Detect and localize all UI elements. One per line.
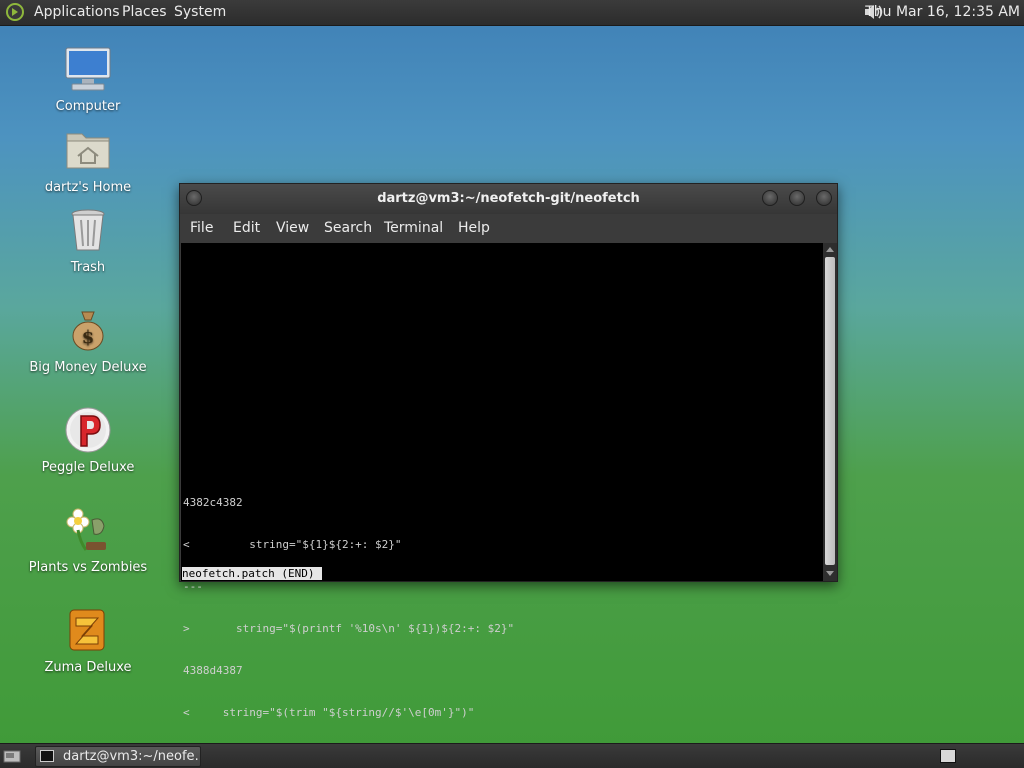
terminal-lines: 4382c4382 < string="${1}${2:+: $2}" --- … [183,468,514,748]
desktop-icon-pvz[interactable]: Plants vs Zombies [28,506,148,576]
terminal-icon [40,750,54,762]
terminal-scrollbar[interactable] [823,243,837,581]
terminal-output[interactable]: 4382c4382 < string="${1}${2:+: $2}" --- … [181,243,823,719]
pager-status-line: neofetch.patch (END) [182,567,323,580]
taskbar-label: dartz@vm3:~/neofe… [63,749,201,764]
desktop-icon-label: Zuma Deluxe [44,660,132,675]
desktop-icon-label: Big Money Deluxe [29,360,147,375]
zuma-icon [69,609,105,651]
terminal-line: 4382c4382 [183,496,243,509]
peggle-icon [65,407,111,453]
trash-icon [71,209,105,251]
menu-search[interactable]: Search [324,214,372,243]
desktop-icon-peggle[interactable]: Peggle Deluxe [28,406,148,476]
desktop-icon-home[interactable]: dartz's Home [28,126,148,196]
menu-edit[interactable]: Edit [233,214,260,243]
top-panel: Applications Places System Thu Mar 16, 1… [0,0,1024,26]
menu-places[interactable]: Places [122,0,167,25]
computer-icon [65,47,111,91]
window-titlebar[interactable]: dartz@vm3:~/neofetch-git/neofetch [180,184,837,214]
desktop-icon-computer[interactable]: Computer [28,45,148,115]
gentoo-swirl-icon[interactable] [6,3,24,21]
desktop-icon-label: Peggle Deluxe [41,460,135,475]
terminal-line: 4388d4387 [183,664,243,677]
terminal-window[interactable]: dartz@vm3:~/neofetch-git/neofetch File E… [179,183,838,719]
terminal-line: > string="$(printf '%10s\n' ${1})${2:+: … [183,622,515,635]
show-desktop-icon[interactable] [3,748,21,764]
desktop-icon-label: dartz's Home [44,180,132,195]
money-bag-icon: $ [72,311,104,351]
terminal-menubar: File Edit View Search Terminal Help [180,214,837,243]
menu-view[interactable]: View [276,214,309,243]
desktop-screen: Applications Places System Thu Mar 16, 1… [0,0,1024,768]
menu-terminal[interactable]: Terminal [384,214,443,243]
svg-text:$: $ [82,327,95,348]
desktop-icon-big-money[interactable]: $ Big Money Deluxe [28,306,148,376]
taskbar-terminal-button[interactable]: dartz@vm3:~/neofe… [35,746,201,767]
maximize-button[interactable] [789,190,805,206]
home-folder-icon [66,133,110,169]
minimize-button[interactable] [762,190,778,206]
terminal-line: < string="${1}${2:+: $2}" [183,538,402,551]
menu-file[interactable]: File [190,214,213,243]
workspace-switcher[interactable] [940,749,956,763]
desktop-icon-trash[interactable]: Trash [28,206,148,276]
desktop-icon-label: Trash [70,260,106,275]
terminal-line: --- [183,580,203,593]
menu-system[interactable]: System [174,0,226,25]
close-button[interactable] [816,190,832,206]
desktop-icon-label: Plants vs Zombies [28,560,148,575]
menu-help[interactable]: Help [458,214,490,243]
scroll-down-icon[interactable] [826,571,834,576]
plants-vs-zombies-icon [66,508,106,551]
desktop-icon-zuma[interactable]: Zuma Deluxe [28,606,148,676]
scrollbar-thumb[interactable] [825,257,835,565]
scroll-up-icon[interactable] [826,247,834,252]
menu-applications[interactable]: Applications [34,0,120,25]
desktop-icon-label: Computer [55,99,121,114]
terminal-line: < string="$(trim "${string//$'\e[0m'}")" [183,706,475,719]
window-title: dartz@vm3:~/neofetch-git/neofetch [377,191,640,206]
bottom-panel: dartz@vm3:~/neofe… [0,743,1024,768]
panel-clock[interactable]: Thu Mar 16, 12:35 AM [865,0,1020,25]
